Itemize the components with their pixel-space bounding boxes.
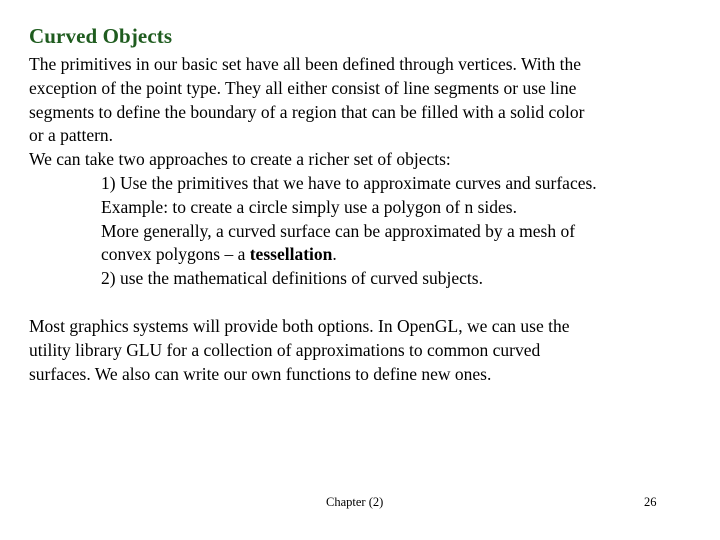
body-line: surfaces. We also can write our own func… (29, 363, 492, 384)
body-line: We can take two approaches to create a r… (29, 149, 451, 170)
body-line: The primitives in our basic set have all… (29, 54, 582, 74)
body-line: Most graphics systems will provide both … (29, 315, 570, 336)
body-line: exception of the point type. They all ei… (29, 77, 577, 98)
body-line-indented-tessellation: convex polygons – a tessellation. (29, 243, 689, 267)
page-title: Curved Objects (29, 24, 173, 48)
tessellation-term: tessellation (249, 244, 333, 265)
tessellation-line-prefix: convex polygons – a (101, 244, 250, 265)
body-line: utility library GLU for a collection of … (29, 339, 541, 360)
body-line-indented: Example: to create a circle simply use a… (101, 196, 517, 217)
footer-page-number: 26 (644, 495, 657, 509)
body-line: or a pattern. (29, 125, 114, 146)
tessellation-line-suffix: . (332, 244, 337, 265)
body-line: segments to define the boundary of a reg… (29, 101, 585, 122)
slide-body: The primitives in our basic set have all… (29, 53, 689, 386)
body-line-indented: More generally, a curved surface can be … (101, 220, 576, 241)
footer-chapter-label: Chapter (2) (326, 495, 384, 509)
body-line-indented: 2) use the mathematical definitions of c… (101, 268, 483, 289)
body-line-indented: 1) Use the primitives that we have to ap… (101, 172, 597, 193)
slide-canvas: Curved Objects The primitives in our bas… (0, 0, 720, 540)
